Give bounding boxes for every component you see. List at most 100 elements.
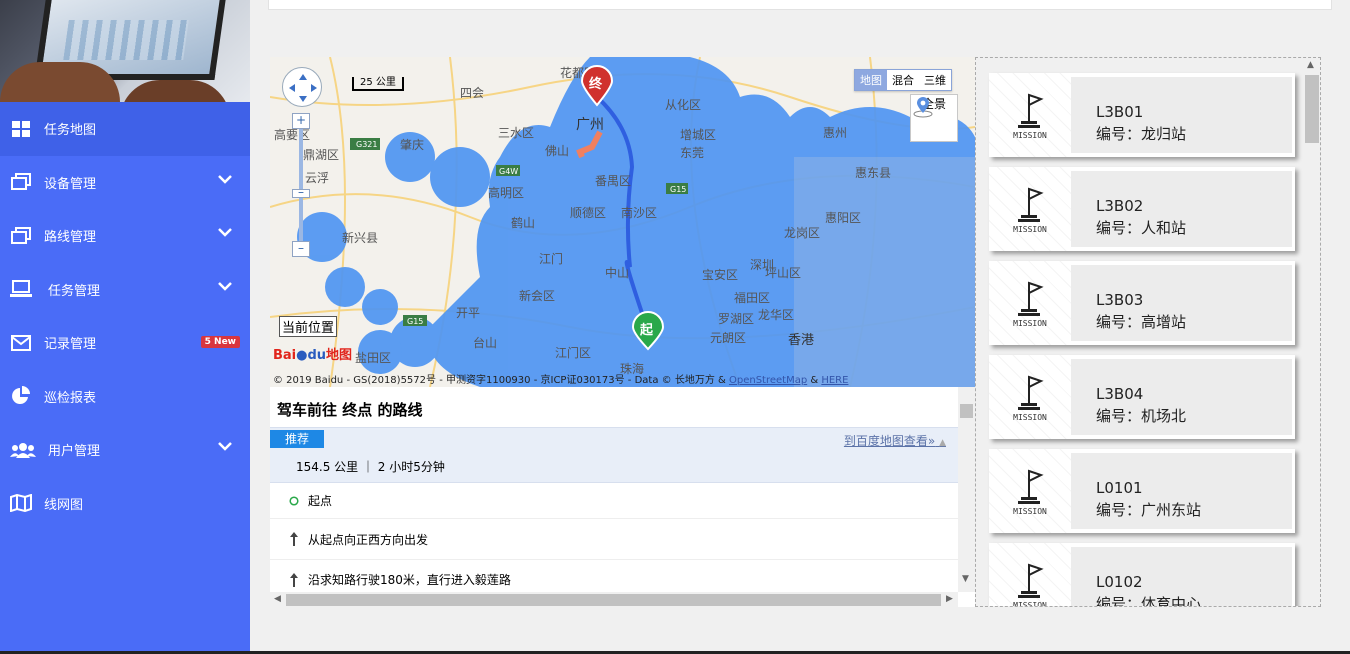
svg-text:G15: G15 xyxy=(670,185,686,194)
sidebar-item-device-management[interactable]: 设备管理 xyxy=(0,156,250,210)
sidebar-item-label: 任务地图 xyxy=(44,123,97,139)
svg-text:惠阳区: 惠阳区 xyxy=(825,211,861,225)
openstreetmap-link[interactable]: OpenStreetMap xyxy=(729,375,807,386)
arrow-up-icon xyxy=(284,531,304,547)
baidu-map[interactable]: G321 G4W G15 G15 花都区 四会 从化区 肇庆 广州 增城区 鼎湖… xyxy=(270,57,975,387)
mission-flag-icon: MISSION xyxy=(989,543,1071,606)
svg-text:香港: 香港 xyxy=(788,333,814,348)
svg-text:罗湖区: 罗湖区 xyxy=(718,311,754,326)
mission-code: L3B01 xyxy=(1096,103,1144,121)
mission-list-scrollbar[interactable]: ▲ xyxy=(1303,58,1320,606)
sidebar-item-task-management[interactable]: 任务管理 xyxy=(0,263,250,317)
mission-number: 编号：高增站 xyxy=(1096,313,1187,331)
chevron-down-icon[interactable] xyxy=(218,173,232,188)
sidebar-banner-image xyxy=(0,0,250,102)
scroll-up-icon[interactable]: ▲ xyxy=(1307,60,1314,70)
sidebar-item-network-map[interactable]: 线网图 xyxy=(0,477,250,531)
sidebar-item-user-management[interactable]: 用户管理 xyxy=(0,423,250,477)
mission-card[interactable]: MISSION L3B02 编号：人和站 xyxy=(989,167,1295,251)
panorama-icon xyxy=(913,97,933,118)
panorama-button[interactable]: 全景 xyxy=(910,94,958,142)
map-type-map-button[interactable]: 地图 xyxy=(855,70,887,90)
svg-text:增城区: 增城区 xyxy=(680,128,716,142)
zoom-out-button[interactable]: – xyxy=(292,241,310,257)
sidebar-item-inspection-report[interactable]: 巡检报表 xyxy=(0,370,250,424)
current-position-button[interactable]: 当前位置 xyxy=(279,316,338,337)
scroll-down-icon[interactable]: ▼ xyxy=(962,574,969,584)
svg-text:广州: 广州 xyxy=(576,117,604,133)
svg-text:佛山: 佛山 xyxy=(545,144,569,158)
svg-text:G321: G321 xyxy=(356,140,377,149)
users-icon xyxy=(10,439,36,461)
route-step: 从起点向正西方向出发 xyxy=(270,519,958,560)
mission-card[interactable]: MISSION L0101 编号：广州东站 xyxy=(989,449,1295,533)
recommend-tab[interactable]: 推荐 xyxy=(270,430,324,448)
mission-flag-icon: MISSION xyxy=(989,73,1071,157)
sidebar-item-route-management[interactable]: 路线管理 xyxy=(0,209,250,263)
svg-text:台山: 台山 xyxy=(473,335,497,350)
map-type-hybrid-button[interactable]: 混合 xyxy=(887,70,919,90)
route-summary: 推荐 到百度地图查看» ▲ 154.5 公里 ｜ 2 小时5分钟 xyxy=(270,427,958,483)
svg-text:新会区: 新会区 xyxy=(519,288,555,303)
mission-flag-icon: MISSION xyxy=(989,449,1071,533)
map-zoom-control: + – – xyxy=(292,113,310,257)
scroll-right-icon[interactable]: ▶ xyxy=(946,594,953,604)
chevron-down-icon[interactable] xyxy=(218,440,232,455)
sidebar-item-label: 任务管理 xyxy=(48,283,101,299)
sidebar-item-task-map[interactable]: 任务地图 xyxy=(0,102,250,156)
map-type-3d-button[interactable]: 三维 xyxy=(919,70,951,90)
mission-flag-icon: MISSION xyxy=(989,261,1071,345)
windows-icon xyxy=(10,225,32,247)
baidu-map-logo: Bai●du地图 xyxy=(273,348,353,363)
mission-code: L0102 xyxy=(1096,573,1143,591)
svg-text:番禺区: 番禺区 xyxy=(595,174,631,188)
view-in-baidu-link[interactable]: 到百度地图查看» ▲ xyxy=(844,432,946,449)
scrollbar-thumb[interactable] xyxy=(960,404,973,418)
route-title: 驾车前往 终点 的路线 xyxy=(277,401,423,419)
svg-text:福田区: 福田区 xyxy=(734,290,770,305)
route-step: 沿求知路行驶180米，直行进入毅莲路 xyxy=(270,560,958,592)
map-copyright: © 2019 Baidu - GS(2018)5572号 - 甲测资字11009… xyxy=(273,375,849,386)
svg-text:坪山区: 坪山区 xyxy=(765,266,801,280)
svg-text:开平: 开平 xyxy=(456,306,480,320)
laptop-icon xyxy=(10,278,32,300)
route-panel: 驾车前往 终点 的路线 推荐 到百度地图查看» ▲ 154.5 公里 ｜ 2 小… xyxy=(270,387,958,592)
pie-chart-icon xyxy=(10,385,32,407)
scrollbar-thumb[interactable] xyxy=(286,594,941,606)
map-scale: 25 公里 xyxy=(352,77,404,91)
start-marker-label: 起 xyxy=(640,323,654,338)
here-link[interactable]: HERE xyxy=(821,375,848,386)
svg-text:从化区: 从化区 xyxy=(665,98,701,112)
chevron-down-icon[interactable] xyxy=(218,226,232,241)
mission-card[interactable]: MISSION L3B03 编号：高增站 xyxy=(989,261,1295,345)
chevron-down-icon[interactable] xyxy=(218,280,232,295)
svg-text:惠州: 惠州 xyxy=(823,126,847,140)
map-pan-control[interactable] xyxy=(282,67,322,107)
grid-icon xyxy=(10,118,32,140)
svg-text:高明区: 高明区 xyxy=(488,185,524,200)
sidebar-item-label: 记录管理 xyxy=(44,337,97,353)
mission-card[interactable]: MISSION L0102 编号：体育中心 xyxy=(989,543,1295,606)
route-vertical-scrollbar[interactable]: ▼ xyxy=(958,387,975,592)
windows-icon xyxy=(10,171,32,193)
map-panel: G321 G4W G15 G15 花都区 四会 从化区 肇庆 广州 增城区 鼎湖… xyxy=(270,57,975,607)
mission-code: L3B02 xyxy=(1096,197,1144,215)
svg-text:南沙区: 南沙区 xyxy=(621,205,657,220)
svg-text:江门: 江门 xyxy=(539,251,563,266)
scrollbar-thumb[interactable] xyxy=(1305,75,1319,143)
route-horizontal-scrollbar[interactable]: ◀ ▶ xyxy=(270,592,958,607)
sidebar-item-record-management[interactable]: 记录管理 5 New xyxy=(0,316,250,370)
mission-card[interactable]: MISSION L3B01 编号：龙归站 xyxy=(989,73,1295,157)
mission-number: 编号：人和站 xyxy=(1096,219,1187,237)
zoom-in-button[interactable]: + xyxy=(292,113,310,129)
svg-text:元朗区: 元朗区 xyxy=(710,331,746,345)
mission-card[interactable]: MISSION L3B04 编号：机场北 xyxy=(989,355,1295,439)
map-type-switcher: 地图 混合 三维 xyxy=(854,69,952,91)
map-canvas[interactable]: G321 G4W G15 G15 花都区 四会 从化区 肇庆 广州 增城区 鼎湖… xyxy=(270,57,975,387)
arrow-up-icon xyxy=(284,572,304,588)
scroll-left-icon[interactable]: ◀ xyxy=(274,594,281,604)
svg-text:顺德区: 顺德区 xyxy=(570,205,606,220)
zoom-slider-handle[interactable]: – xyxy=(292,186,310,198)
sidebar: 任务地图 设备管理 路线管理 任务管理 记录管理 5 New 巡检报表 用户管理… xyxy=(0,0,250,654)
route-step: 起点 xyxy=(270,483,958,519)
